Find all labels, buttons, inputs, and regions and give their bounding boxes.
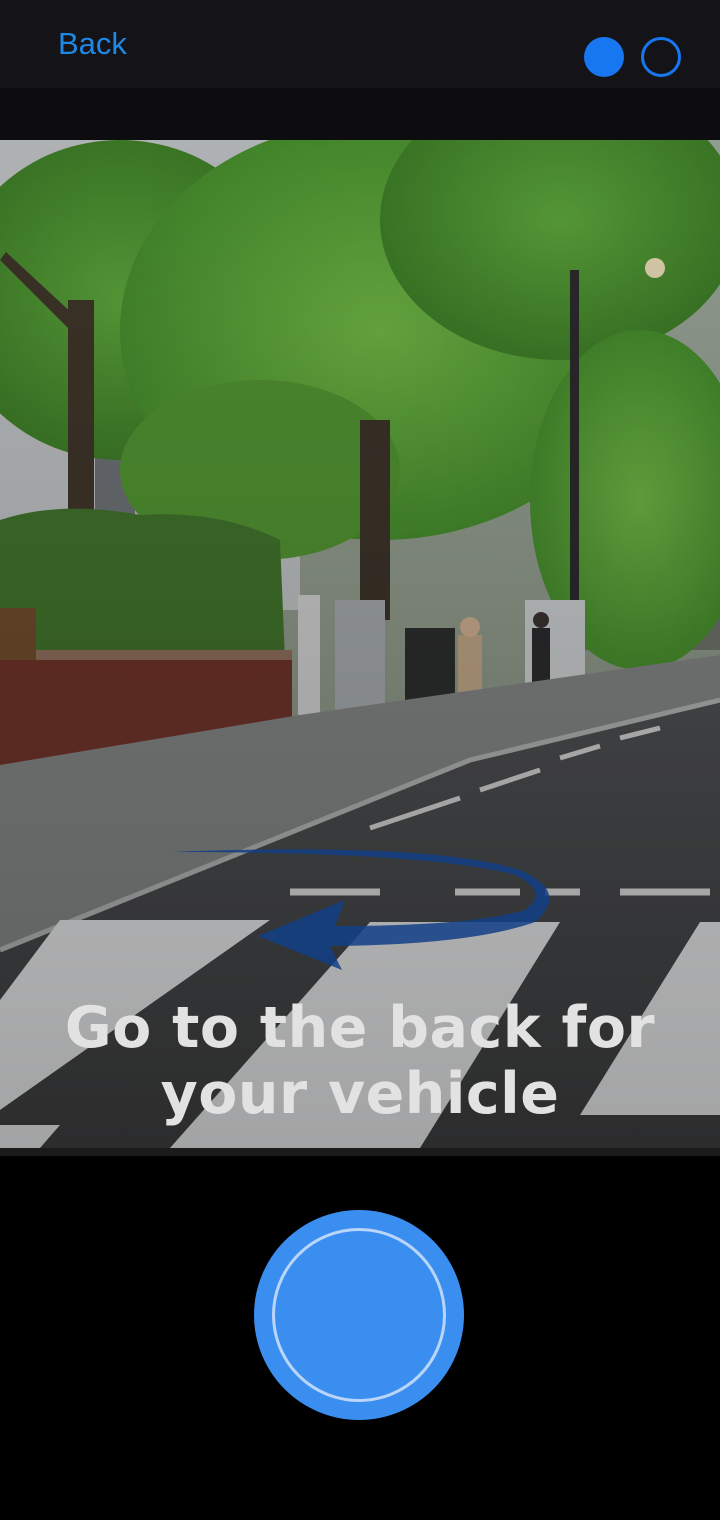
- step-indicator-active: [584, 37, 624, 77]
- back-button[interactable]: Back: [58, 24, 127, 64]
- capture-button[interactable]: [254, 1210, 464, 1420]
- camera-viewfinder: Go to the back for your vehicle: [0, 140, 720, 1148]
- instruction-text: Go to the back for your vehicle: [0, 995, 720, 1127]
- instruction-line-1: Go to the back for: [64, 995, 656, 1061]
- shutter-icon: [272, 1228, 446, 1402]
- top-navigation-bar: Back: [0, 0, 720, 88]
- step-indicator-inactive: [641, 37, 681, 77]
- viewfinder-divider: [0, 1148, 720, 1156]
- instruction-line-2: your vehicle: [160, 1061, 560, 1127]
- header-spacer: [0, 88, 720, 140]
